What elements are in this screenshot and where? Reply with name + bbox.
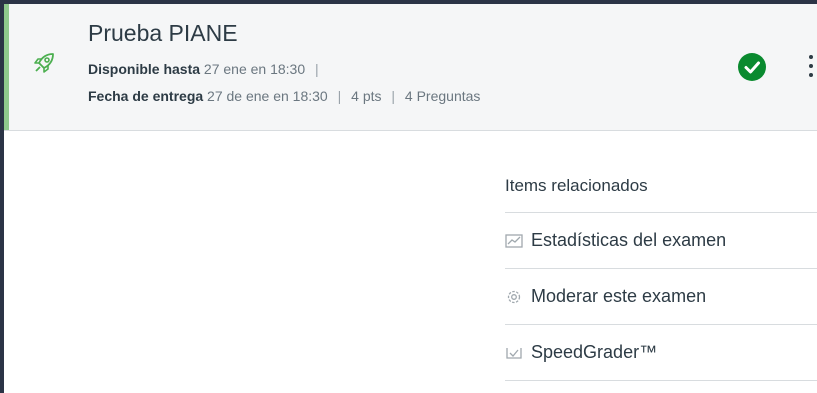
due-label: Fecha de entrega bbox=[88, 88, 204, 104]
related-items-panel: Items relacionados Estadísticas del exam… bbox=[505, 160, 817, 381]
available-label: Disponible hasta bbox=[88, 61, 201, 77]
speedgrader-link[interactable]: SpeedGrader™ bbox=[505, 325, 817, 381]
separator: | bbox=[391, 88, 396, 104]
rocket-icon bbox=[34, 53, 54, 73]
due-value: 27 de ene en 18:30 bbox=[207, 88, 328, 104]
questions-count: 4 Preguntas bbox=[404, 88, 481, 104]
speedgrader-label: SpeedGrader™ bbox=[531, 342, 658, 362]
points-value: 4 pts bbox=[351, 88, 382, 104]
kebab-menu-icon[interactable] bbox=[807, 52, 815, 84]
statistics-icon bbox=[505, 231, 531, 251]
moderate-quiz-link[interactable]: Moderar este examen bbox=[505, 269, 817, 325]
quiz-statistics-label: Estadísticas del examen bbox=[531, 230, 727, 250]
available-value: 27 ene en 18:30 bbox=[203, 61, 306, 77]
published-check-icon[interactable] bbox=[738, 53, 766, 81]
separator: | bbox=[337, 88, 342, 104]
gear-icon bbox=[505, 287, 531, 307]
quiz-accent-bar bbox=[4, 4, 9, 130]
separator: | bbox=[315, 61, 319, 77]
due-line: Fecha de entrega 27 de ene en 18:30 | 4 … bbox=[88, 88, 480, 104]
quiz-statistics-link[interactable]: Estadísticas del examen bbox=[505, 213, 817, 269]
related-items-heading: Items relacionados bbox=[505, 160, 817, 213]
speedgrader-icon bbox=[505, 343, 531, 363]
quiz-title-link[interactable]: Prueba PIANE bbox=[88, 20, 238, 47]
moderate-quiz-label: Moderar este examen bbox=[531, 286, 707, 306]
availability-line: Disponible hasta 27 ene en 18:30 | bbox=[88, 61, 325, 77]
